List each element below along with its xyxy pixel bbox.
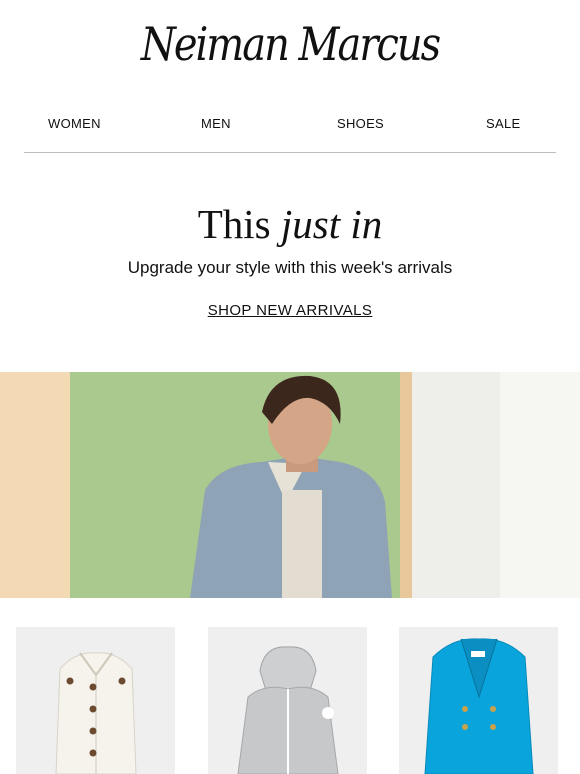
nav-sale[interactable]: SALE (486, 116, 520, 131)
white-jacket-image (55, 652, 137, 774)
product-tile-white-jacket[interactable] (16, 627, 175, 774)
blue-blazer-image (424, 638, 534, 774)
hero-photo-illustration (0, 372, 580, 598)
brand-logo[interactable]: Neiman Marcus (0, 19, 580, 72)
product-tile-blue-blazer[interactable] (399, 627, 558, 774)
headline-italic: just in (280, 201, 383, 247)
shop-new-arrivals-link[interactable]: SHOP NEW ARRIVALS (0, 302, 580, 319)
nav-men[interactable]: MEN (201, 116, 231, 131)
main-nav: WOMEN MEN SHOES SALE (0, 116, 580, 134)
headline-roman: This (197, 201, 271, 247)
gray-hooded-jacket-image (237, 646, 339, 774)
nav-divider (24, 152, 556, 153)
nav-women[interactable]: WOMEN (48, 116, 101, 131)
hero-image[interactable] (0, 372, 580, 598)
promo-headline: This just in (0, 200, 580, 248)
product-tile-gray-hooded-jacket[interactable] (208, 627, 367, 774)
promo-subheadline: Upgrade your style with this week's arri… (127, 258, 453, 277)
nav-shoes[interactable]: SHOES (337, 116, 384, 131)
